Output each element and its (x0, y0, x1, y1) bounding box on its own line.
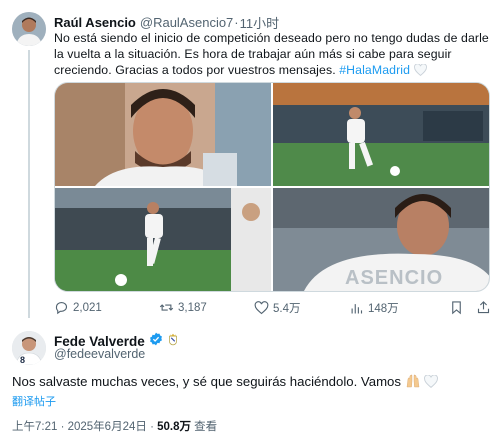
bookmark-icon (452, 301, 461, 315)
white-heart-emoji-icon (424, 374, 439, 391)
share-icon (477, 301, 490, 314)
reply-author-handle[interactable]: @fedeevalverde (54, 347, 145, 361)
svg-text:8: 8 (20, 355, 25, 365)
tweet-text: No está siendo el inicio de competición … (54, 30, 490, 80)
hashtag-link[interactable]: #HalaMadrid (339, 63, 410, 77)
reply-author-avatar[interactable]: 8 (12, 331, 46, 365)
reply-text: Nos salvaste muchas veces, y sé que segu… (12, 374, 439, 391)
photo-dribbling[interactable] (55, 188, 271, 291)
reply-views-label: 查看 (190, 421, 218, 433)
media-grid: ASENCIO (54, 82, 490, 292)
reply-meta: 上午7:21 · 2025年6月24日 · 50.8万 查看 (12, 418, 217, 434)
player-portrait-photo-icon (55, 83, 271, 186)
share-button[interactable] (476, 300, 491, 315)
reply-timestamp[interactable]: 上午7:21 · 2025年6月24日 · (12, 421, 157, 433)
photo-portrait[interactable] (55, 83, 271, 186)
reply-body: Nos salvaste muchas veces, y sé que segu… (12, 374, 405, 389)
white-heart-emoji-icon (413, 63, 427, 80)
reply-button[interactable]: 2,021 (54, 300, 102, 315)
separator-dot: · (234, 15, 239, 30)
photo-asencio-back[interactable]: ASENCIO (273, 188, 489, 291)
svg-text:ASENCIO: ASENCIO (345, 267, 443, 289)
photo-training[interactable] (273, 83, 489, 186)
translate-post-link[interactable]: 翻译帖子 (12, 393, 56, 409)
thread-connector-line (28, 50, 30, 318)
player-training-photo-icon (273, 83, 489, 186)
retweet-icon (159, 304, 174, 311)
verified-badge-icon (149, 332, 163, 351)
player-back-asencio-photo-icon: ASENCIO (273, 188, 489, 291)
view-count: 148万 (368, 303, 399, 315)
author-avatar[interactable] (12, 12, 46, 46)
retweet-button[interactable]: 3,187 (159, 300, 207, 315)
author-handle[interactable]: @RaulAsencio7 (140, 15, 233, 30)
player-dribbling-photo-icon (55, 188, 271, 291)
real-madrid-crest-icon (167, 332, 179, 351)
tweet-action-bar: 2,021 3,187 5.4万 148万 (54, 300, 490, 320)
reply-view-count: 50.8万 (157, 421, 191, 433)
like-button[interactable]: 5.4万 (254, 300, 301, 316)
author-name[interactable]: Raúl Asencio (54, 15, 136, 30)
reply-count: 2,021 (73, 301, 102, 314)
reply-icon (55, 301, 67, 315)
heart-icon (254, 300, 269, 314)
bookmark-button[interactable] (449, 300, 464, 315)
views-button[interactable]: 148万 (349, 300, 399, 316)
raising-hands-emoji-icon (405, 374, 421, 391)
views-chart-icon (351, 303, 363, 313)
like-count: 5.4万 (273, 303, 301, 315)
retweet-count: 3,187 (178, 301, 207, 314)
